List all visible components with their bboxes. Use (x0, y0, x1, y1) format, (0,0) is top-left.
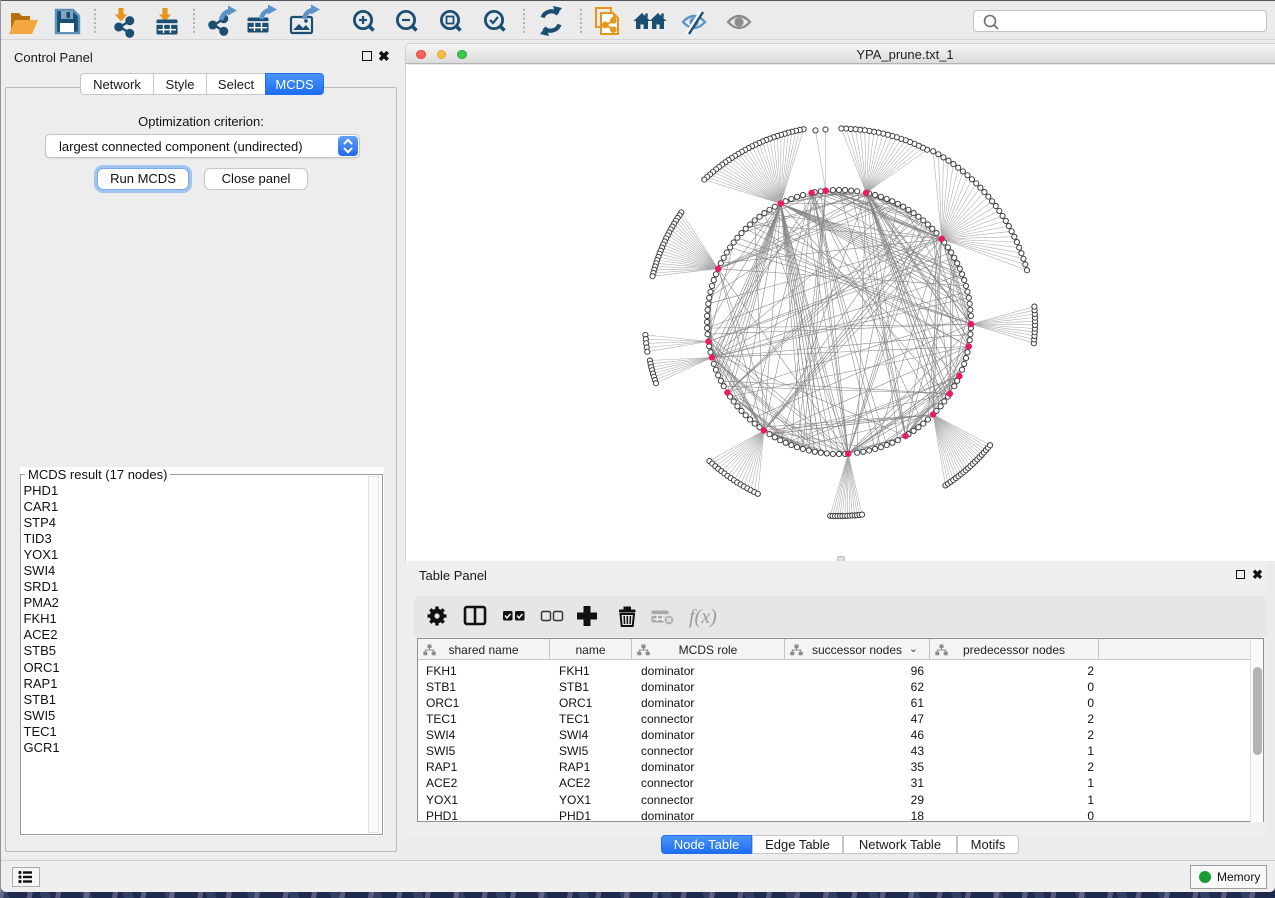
svg-text:f(x): f(x) (689, 606, 717, 628)
